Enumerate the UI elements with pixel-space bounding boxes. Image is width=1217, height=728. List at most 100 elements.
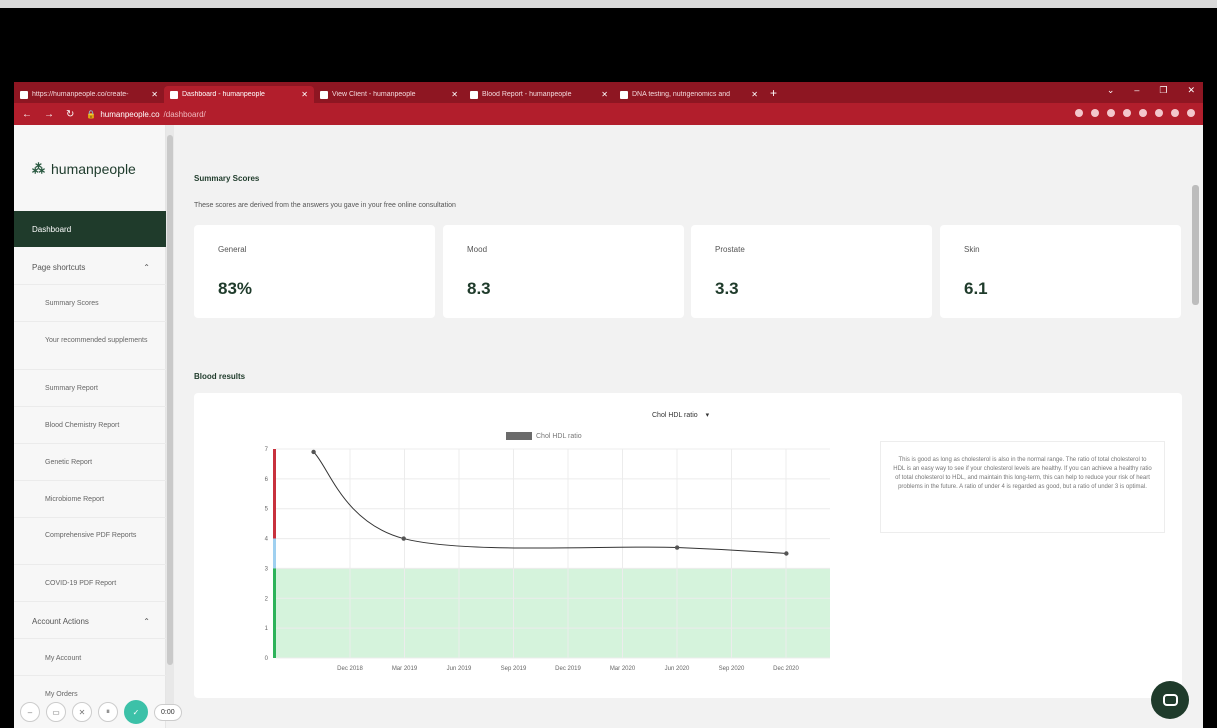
card-label: General: [218, 245, 247, 254]
y-tick-label: 5: [265, 507, 269, 513]
data-point: [311, 449, 316, 455]
account-my-account[interactable]: My Account: [14, 653, 166, 664]
optimal-band: [276, 568, 830, 658]
top-strip: [0, 0, 1217, 8]
tab-3[interactable]: Blood Report - humanpeople ✕: [464, 86, 614, 103]
new-tab-icon[interactable]: +: [770, 86, 777, 100]
shortcut-summary-report[interactable]: Summary Report: [14, 383, 166, 394]
close-icon[interactable]: ✕: [601, 90, 608, 99]
card-label: Prostate: [715, 245, 745, 254]
card-value: 3.3: [715, 279, 739, 298]
x-tick-label: Mar 2019: [392, 666, 418, 672]
favicon-icon: [470, 90, 478, 99]
extension-icon[interactable]: [1123, 109, 1131, 117]
section-label: Page shortcuts: [32, 262, 86, 272]
chevron-up-icon[interactable]: ⌃: [143, 617, 150, 626]
favicon-icon: [20, 90, 28, 99]
close-icon[interactable]: ✕: [151, 90, 158, 99]
extension-icon[interactable]: [1139, 109, 1147, 117]
divider: [14, 517, 166, 518]
y-tick-label: 7: [265, 447, 269, 453]
restore-icon[interactable]: ❐: [1159, 85, 1167, 96]
close-window-icon[interactable]: ✕: [1187, 85, 1195, 96]
shortcut-pdf-reports[interactable]: Comprehensive PDF Reports: [14, 530, 166, 541]
sidebar-item-dashboard[interactable]: Dashboard: [14, 211, 166, 247]
tab-4[interactable]: DNA testing, nutrigenomics and ✕: [614, 86, 764, 103]
tab-title: Blood Report - humanpeople: [482, 91, 572, 98]
favicon-icon: [320, 90, 328, 99]
main-content: Summary Scores These scores are derived …: [180, 125, 1188, 728]
scale-bar-mid: [273, 538, 276, 569]
divider: [14, 321, 166, 322]
tab-0[interactable]: https://humanpeople.co/create- ✕: [14, 86, 164, 103]
tab-title: https://humanpeople.co/create-: [32, 91, 129, 98]
minimize-icon[interactable]: –: [1134, 85, 1139, 96]
profile-icon[interactable]: [1187, 109, 1195, 117]
logo-mark-icon: ⁂: [32, 161, 45, 176]
star-icon[interactable]: [1091, 109, 1099, 117]
close-icon[interactable]: ✕: [451, 90, 458, 99]
camera-icon[interactable]: ▭: [46, 702, 66, 722]
blood-title: Blood results: [194, 372, 246, 381]
main-scrollbar[interactable]: [1188, 125, 1203, 728]
tab-1[interactable]: Dashboard - humanpeople ✕: [164, 86, 314, 103]
address-bar: ← → ↻ 🔒 humanpeople.co/dashboard/: [14, 103, 1203, 125]
data-point: [401, 536, 406, 541]
divider: [14, 638, 166, 639]
shortcut-blood-chemistry[interactable]: Blood Chemistry Report: [14, 420, 166, 431]
x-tick-label: Sep 2019: [501, 666, 527, 672]
puzzle-icon[interactable]: [1171, 109, 1179, 117]
account-my-orders[interactable]: My Orders: [14, 689, 166, 700]
data-point: [674, 545, 680, 550]
screen-frame: https://humanpeople.co/create- ✕ Dashboar…: [0, 0, 1217, 728]
favicon-icon: [170, 90, 178, 99]
scrollbar-thumb[interactable]: [1192, 185, 1199, 305]
summary-desc: These scores are derived from the answer…: [194, 202, 456, 209]
tab-2[interactable]: View Client - humanpeople ✕: [314, 86, 464, 103]
minus-icon[interactable]: –: [20, 702, 40, 722]
extension-icon[interactable]: [1107, 109, 1115, 117]
close-icon[interactable]: ✕: [751, 90, 758, 99]
score-card-mood: Mood 8.3: [443, 225, 684, 318]
shortcut-recommended-supplements[interactable]: Your recommended supplements: [14, 335, 166, 346]
reload-icon[interactable]: ↻: [66, 109, 74, 120]
chat-icon: [1162, 694, 1178, 706]
shortcut-genetic-report[interactable]: Genetic Report: [14, 457, 166, 468]
pause-icon[interactable]: ⏸: [98, 702, 118, 722]
chevron-up-icon[interactable]: ⌃: [143, 263, 150, 272]
extension-icon[interactable]: [1155, 109, 1163, 117]
forward-icon[interactable]: →: [44, 109, 54, 120]
url-field[interactable]: 🔒 humanpeople.co/dashboard/: [86, 110, 205, 119]
blood-results-panel: Chol HDL ratio ▾ Chol HDL ratio 01234567…: [194, 393, 1182, 698]
score-card-skin: Skin 6.1: [940, 225, 1181, 318]
account-actions-header[interactable]: Account Actions ⌃: [14, 604, 166, 638]
score-card-prostate: Prostate 3.3: [691, 225, 932, 318]
logo[interactable]: ⁂ humanpeople: [32, 161, 136, 177]
scrollbar-thumb[interactable]: [167, 135, 173, 665]
card-value: 6.1: [964, 279, 988, 298]
divider: [14, 443, 166, 444]
chat-button[interactable]: [1151, 681, 1189, 719]
divider: [14, 284, 166, 285]
close-icon[interactable]: ✕: [301, 90, 308, 99]
card-value: 83%: [218, 279, 253, 298]
lock-icon: 🔒: [86, 109, 97, 119]
url-path: /dashboard/: [163, 109, 206, 119]
chevron-down-icon[interactable]: ⌄: [1107, 85, 1115, 96]
extension-icons: [1075, 109, 1195, 117]
back-icon[interactable]: ←: [22, 109, 32, 120]
share-icon[interactable]: [1075, 109, 1083, 117]
sidebar-scrollbar[interactable]: [166, 125, 174, 715]
shortcut-microbiome-report[interactable]: Microbiome Report: [14, 494, 166, 505]
shortcut-covid-report[interactable]: COVID-19 PDF Report: [14, 578, 166, 589]
shortcut-summary-scores[interactable]: Summary Scores: [14, 298, 166, 309]
check-icon[interactable]: ✓: [124, 700, 148, 724]
tab-title: DNA testing, nutrigenomics and: [632, 91, 731, 98]
cancel-icon[interactable]: ✕: [72, 702, 92, 722]
summary-title: Summary Scores: [194, 174, 260, 183]
card-label: Skin: [964, 245, 980, 254]
data-point: [784, 551, 789, 556]
y-tick-label: 4: [265, 537, 269, 543]
y-tick-label: 3: [265, 566, 269, 572]
page-shortcuts-header[interactable]: Page shortcuts ⌃: [14, 250, 166, 284]
